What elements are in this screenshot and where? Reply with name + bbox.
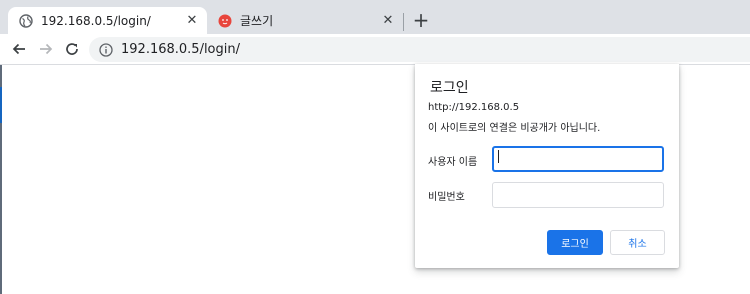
text-caret <box>498 150 499 163</box>
address-bar[interactable]: 192.168.0.5/login/ <box>89 37 750 62</box>
browser-toolbar: 192.168.0.5/login/ <box>0 34 750 65</box>
password-label: 비밀번호 <box>428 192 465 203</box>
left-edge-strip <box>0 65 2 294</box>
tab-strip: 192.168.0.5/login/ ✕ 글쓰기 ✕ + <box>0 0 750 34</box>
close-tab-icon[interactable]: ✕ <box>379 12 397 30</box>
red-circle-favicon-icon <box>218 14 232 28</box>
password-input[interactable] <box>492 182 664 208</box>
tab-title: 글쓰기 <box>240 14 274 28</box>
url-text: 192.168.0.5/login/ <box>121 42 240 57</box>
new-tab-plus-icon[interactable]: + <box>410 9 432 31</box>
username-label: 사용자 이름 <box>428 157 478 168</box>
forward-arrow-icon[interactable] <box>35 38 57 60</box>
globe-icon <box>19 13 33 28</box>
dialog-host: http://192.168.0.5 <box>428 102 520 113</box>
login-dialog: 로그인 http://192.168.0.5 이 사이트로의 연결은 비공개가 … <box>415 64 679 268</box>
tab-title: 192.168.0.5/login/ <box>41 13 151 28</box>
tab-write[interactable]: 글쓰기 ✕ <box>207 7 403 34</box>
connection-warning: 이 사이트로의 연결은 비공개가 아닙니다. <box>428 123 601 134</box>
login-button[interactable]: 로그인 <box>547 230 603 255</box>
tab-divider <box>403 13 404 31</box>
info-icon[interactable] <box>99 42 113 57</box>
back-arrow-icon[interactable] <box>8 38 30 60</box>
cancel-button[interactable]: 취소 <box>610 230 665 255</box>
tab-login[interactable]: 192.168.0.5/login/ ✕ <box>8 7 207 34</box>
left-edge-highlight <box>0 87 2 123</box>
reload-icon[interactable] <box>61 38 83 60</box>
close-tab-icon[interactable]: ✕ <box>183 12 201 30</box>
username-input[interactable] <box>492 146 664 172</box>
dialog-title: 로그인 <box>430 80 469 96</box>
